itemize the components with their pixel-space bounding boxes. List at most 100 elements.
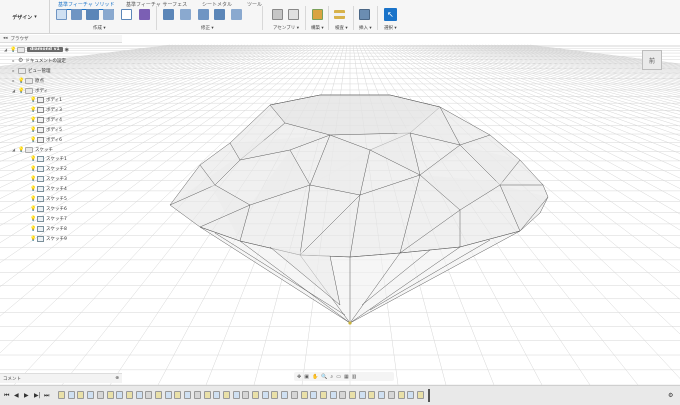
timeline-feature[interactable] xyxy=(378,391,386,399)
tree-item-sketch[interactable]: 💡 スケッチ3 xyxy=(30,174,67,183)
grid-settings-icon[interactable]: ▦ xyxy=(344,374,349,380)
timeline-feature[interactable] xyxy=(368,391,376,399)
collapse-icon[interactable]: ◂◂ xyxy=(3,36,8,41)
viewcube[interactable]: 前 xyxy=(642,50,662,70)
tree-item-document-settings[interactable]: ▸ ⚙ ドキュメントの設定 xyxy=(11,56,65,65)
timeline-feature[interactable] xyxy=(397,391,405,399)
timeline-feature[interactable] xyxy=(349,391,356,399)
timeline-feature[interactable] xyxy=(125,391,133,399)
insert-image-icon[interactable] xyxy=(359,9,370,20)
timeline-feature[interactable] xyxy=(358,391,366,399)
timeline-feature[interactable] xyxy=(135,391,143,399)
workspace-switcher[interactable]: デザイン ▾ xyxy=(0,0,50,34)
timeline-feature[interactable] xyxy=(77,391,85,399)
timeline-feature[interactable] xyxy=(67,391,75,399)
tab-tools[interactable]: ツール xyxy=(247,1,262,8)
create-sketch-icon[interactable] xyxy=(71,9,82,20)
offset-plane-icon[interactable] xyxy=(312,9,323,20)
select-cursor-icon[interactable]: ↖ xyxy=(384,8,397,21)
tree-item-sketches[interactable]: ◢ 💡 スケッチ xyxy=(11,145,53,154)
timeline-settings-gear-icon[interactable]: ⚙ xyxy=(668,392,673,399)
timeline-feature[interactable] xyxy=(58,391,65,399)
timeline-feature[interactable] xyxy=(387,391,395,399)
timeline-feature[interactable] xyxy=(310,391,318,399)
timeline-feature[interactable] xyxy=(164,391,172,399)
modify-group-label[interactable]: 修正 ▾ xyxy=(201,25,214,31)
joint-icon[interactable] xyxy=(288,9,299,20)
timeline-feature[interactable] xyxy=(300,391,308,399)
tree-item-sketch[interactable]: 💡 スケッチ8 xyxy=(30,224,67,233)
select-group-label[interactable]: 選択 ▾ xyxy=(384,25,397,31)
tree-item-sketch[interactable]: 💡 スケッチ2 xyxy=(30,164,67,173)
look-at-icon[interactable]: ▣ xyxy=(304,374,309,380)
timeline-feature[interactable] xyxy=(329,391,337,399)
tree-item-bodies[interactable]: ◢ 💡 ボディ xyxy=(11,86,48,95)
timeline-feature[interactable] xyxy=(116,391,124,399)
timeline-feature[interactable] xyxy=(193,391,201,399)
tree-item-named-views[interactable]: ▸ ビュー管理 xyxy=(11,66,51,75)
tree-item-sketch[interactable]: 💡 スケッチ7 xyxy=(30,214,67,223)
timeline-feature[interactable] xyxy=(281,391,289,399)
timeline-feature[interactable] xyxy=(87,391,95,399)
new-component-icon[interactable] xyxy=(56,9,67,20)
pattern-icon[interactable] xyxy=(139,9,150,20)
tree-item-sketch[interactable]: 💡 スケッチ1 xyxy=(30,154,67,163)
go-to-end-icon[interactable]: ⏭ xyxy=(44,392,49,400)
press-pull-icon[interactable] xyxy=(163,9,174,20)
revolve-icon[interactable] xyxy=(103,9,114,20)
tree-item-body[interactable]: 💡 ボディ5 xyxy=(30,125,62,134)
comments-panel[interactable]: コメント ⊕ xyxy=(0,373,122,383)
timeline-feature[interactable] xyxy=(184,391,192,399)
timeline-feature[interactable] xyxy=(222,391,230,399)
combine-icon[interactable] xyxy=(231,9,242,20)
timeline-marker[interactable] xyxy=(428,389,430,402)
sweep-icon[interactable] xyxy=(121,9,132,20)
browser-header[interactable]: ◂◂ ブラウザ xyxy=(0,35,122,43)
timeline-feature[interactable] xyxy=(290,391,298,399)
shell-icon[interactable] xyxy=(214,9,225,20)
inspect-group-label[interactable]: 検査 ▾ xyxy=(335,25,348,31)
expand-arrow-icon[interactable]: ◢ xyxy=(3,47,8,52)
timeline-feature[interactable] xyxy=(416,391,424,399)
tree-item-body[interactable]: 💡 ボディ3 xyxy=(30,105,62,114)
viewports-icon[interactable]: ▥ xyxy=(352,374,357,380)
timeline-feature[interactable] xyxy=(155,391,162,399)
extrude-icon[interactable] xyxy=(86,9,99,20)
tab-sheet-metal[interactable]: シートメタル xyxy=(202,1,232,8)
add-comment-icon[interactable]: ⊕ xyxy=(115,376,119,381)
lightbulb-icon[interactable]: 💡 xyxy=(10,47,16,53)
timeline-feature[interactable] xyxy=(106,391,114,399)
timeline-feature[interactable] xyxy=(319,391,327,399)
go-to-start-icon[interactable]: ⏮ xyxy=(4,392,9,400)
orbit-icon[interactable]: ✥ xyxy=(297,374,301,380)
tree-item-body[interactable]: 💡 ボディ6 xyxy=(30,135,62,144)
timeline-feature[interactable] xyxy=(203,391,211,399)
timeline-feature[interactable] xyxy=(261,391,269,399)
fillet-icon[interactable] xyxy=(180,9,191,20)
step-forward-icon[interactable]: ▶| xyxy=(34,392,41,399)
pan-icon[interactable]: ✋ xyxy=(312,374,318,380)
timeline-feature[interactable] xyxy=(96,391,104,399)
display-settings-icon[interactable]: ▭ xyxy=(336,374,341,380)
chamfer-icon[interactable] xyxy=(198,9,209,20)
zoom-icon[interactable]: 🔍 xyxy=(321,374,327,380)
measure-icon[interactable] xyxy=(334,10,345,19)
lightbulb-icon[interactable]: 💡 xyxy=(18,88,24,94)
tree-item-origin[interactable]: ▸ 💡 原点 xyxy=(11,76,44,85)
fit-icon[interactable]: ⌕ xyxy=(330,374,333,380)
tree-item-body[interactable]: 💡 ボディ1 xyxy=(30,95,62,104)
step-back-icon[interactable]: ◀ xyxy=(14,392,19,399)
radio-icon[interactable]: ◉ xyxy=(65,47,69,53)
play-icon[interactable]: ▶ xyxy=(24,392,29,399)
timeline-feature[interactable] xyxy=(174,391,182,399)
timeline-feature[interactable] xyxy=(252,391,259,399)
timeline-feature[interactable] xyxy=(213,391,221,399)
timeline-feature[interactable] xyxy=(339,391,347,399)
construct-group-label[interactable]: 構築 ▾ xyxy=(311,25,324,31)
new-component-assembly-icon[interactable] xyxy=(272,9,283,20)
timeline-feature[interactable] xyxy=(242,391,250,399)
tree-item-sketch[interactable]: 💡 スケッチ5 xyxy=(30,194,67,203)
timeline-feature[interactable] xyxy=(407,391,415,399)
tree-item-body[interactable]: 💡 ボディ4 xyxy=(30,115,62,124)
create-group-label[interactable]: 作成 ▾ xyxy=(93,25,106,31)
